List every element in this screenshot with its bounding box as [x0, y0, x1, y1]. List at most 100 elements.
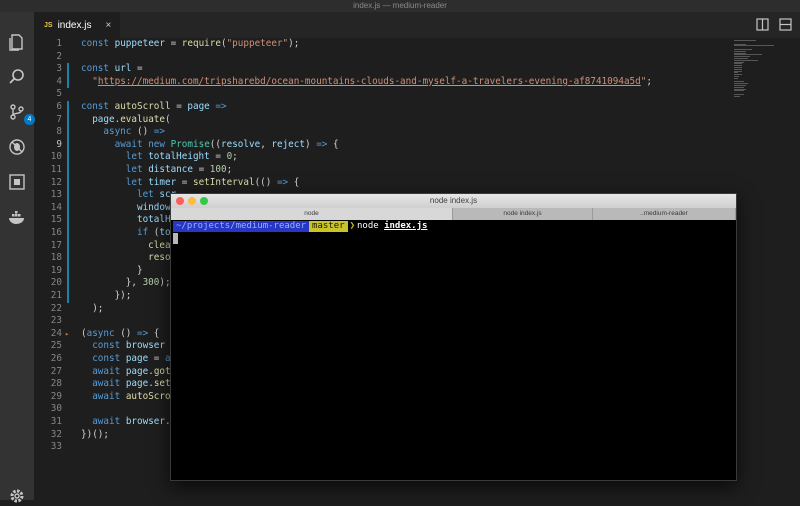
code-text: } [81, 264, 143, 276]
modified-gutter-marker [67, 113, 69, 127]
line-number: 1 [56, 38, 62, 49]
code-text: await new Promise((resolve, reject) => { [114, 138, 339, 150]
minimap-line [734, 95, 740, 97]
terminal-tabs: node node index.js ..medium-reader [171, 208, 736, 220]
prompt-command: node [356, 221, 379, 231]
line-number: 3 [56, 63, 62, 75]
code-text: "https://medium.com/tripsharebd/ocean-mo… [92, 75, 652, 87]
code-text: let scr [136, 189, 177, 201]
line-number: 7 [56, 113, 62, 125]
split-editor-icon[interactable] [756, 18, 769, 31]
code-line[interactable]: 5 [34, 88, 730, 101]
code-text: if (tot [136, 227, 177, 238]
line-number: 24 [50, 327, 62, 339]
code-line[interactable]: 3 const url = [34, 63, 730, 76]
extensions-icon[interactable] [7, 172, 27, 192]
terminal-tab-node[interactable]: node [171, 208, 453, 220]
line-number: 16 [50, 227, 62, 238]
minimap-line [734, 40, 756, 41]
line-number: 5 [56, 88, 62, 100]
prompt-branch: master [309, 221, 348, 232]
code-text: async () => [103, 126, 165, 138]
prompt-file: index.js [384, 221, 428, 231]
minimize-window-button[interactable] [188, 197, 196, 205]
code-line[interactable]: 11 let distance = 100; [34, 164, 730, 177]
line-number: 13 [50, 189, 62, 201]
terminal-tab-node-index[interactable]: node index.js [453, 208, 593, 220]
code-line[interactable]: 9 await new Promise((resolve, reject) =>… [34, 138, 730, 152]
modified-gutter-marker [67, 214, 69, 227]
modified-gutter-marker [67, 101, 69, 114]
code-text: let totalHeight = 0; [125, 151, 238, 163]
minimap-line [734, 77, 738, 79]
line-number: 10 [50, 151, 62, 163]
line-number: 19 [50, 264, 62, 276]
breakpoint-arrow-icon[interactable]: ▸ [65, 328, 69, 341]
line-number: 31 [50, 416, 62, 427]
line-number: 33 [50, 441, 62, 453]
code-text: clear [148, 239, 177, 251]
code-text: await page.goto [92, 365, 177, 377]
line-number: 32 [50, 428, 62, 440]
modified-gutter-marker [67, 264, 69, 278]
modified-gutter-marker [67, 63, 69, 76]
modified-gutter-marker [67, 126, 69, 139]
close-window-button[interactable] [176, 197, 184, 205]
line-number: 12 [50, 176, 62, 188]
line-number: 26 [50, 353, 62, 364]
line-number: 14 [50, 201, 62, 213]
code-text: totalHe [136, 214, 177, 226]
line-number: 23 [50, 315, 62, 327]
code-text: let distance = 100; [125, 164, 233, 175]
minimap[interactable] [730, 38, 800, 98]
code-text: ); [81, 302, 104, 314]
terminal-window[interactable]: node index.js node node index.js ..mediu… [170, 193, 737, 481]
code-text: const autoScroll = page => [81, 101, 227, 112]
code-line[interactable]: 6 const autoScroll = page => [34, 101, 730, 114]
editor-tab-bar: JS index.js × [34, 12, 800, 38]
line-number: 17 [50, 239, 62, 251]
code-text: const browser = [92, 340, 176, 352]
window-title: index.js — medium-reader [0, 0, 800, 12]
line-number: 4 [56, 75, 62, 87]
source-control-icon[interactable]: 4 [7, 102, 35, 125]
line-number: 15 [50, 214, 62, 226]
js-file-icon: JS [44, 21, 53, 29]
docker-icon[interactable] [7, 208, 27, 228]
line-number: 2 [56, 50, 62, 62]
line-number: 6 [56, 101, 62, 112]
code-text: (async () => { [81, 327, 160, 339]
modified-gutter-marker [67, 277, 69, 290]
code-line[interactable]: 7 page.evaluate( [34, 113, 730, 127]
zoom-window-button[interactable] [200, 197, 208, 205]
close-icon[interactable]: × [105, 20, 111, 31]
modified-gutter-marker [67, 201, 69, 215]
gear-icon[interactable] [7, 486, 27, 506]
code-line[interactable]: 12 let timer = setInterval(() => { [34, 176, 730, 190]
code-text: let timer = setInterval(() => { [125, 176, 300, 188]
debug-icon[interactable] [7, 137, 27, 157]
line-number: 28 [50, 378, 62, 390]
modified-gutter-marker [67, 189, 69, 202]
more-actions-icon[interactable] [779, 18, 792, 31]
terminal-cursor [173, 233, 178, 244]
code-line[interactable]: 1 const puppeteer = require("puppeteer"); [34, 38, 730, 51]
code-text: }, 300); [81, 277, 171, 289]
code-text: await browser.c [92, 416, 176, 427]
modified-gutter-marker [67, 151, 69, 164]
modified-gutter-marker [67, 164, 69, 177]
line-number: 11 [50, 164, 62, 175]
tab-index-js[interactable]: JS index.js × [34, 12, 120, 38]
modified-gutter-marker [67, 252, 69, 265]
search-icon[interactable] [7, 67, 27, 87]
code-text: const puppeteer = require("puppeteer"); [81, 38, 300, 49]
status-bar [34, 486, 800, 500]
terminal-body[interactable]: ~/projects/medium-reader master ❯ node i… [171, 220, 736, 480]
code-line[interactable]: 8 async () => [34, 126, 730, 139]
code-line[interactable]: 4 "https://medium.com/tripsharebd/ocean-… [34, 75, 730, 89]
explorer-icon[interactable] [7, 32, 27, 52]
code-line[interactable]: 2 [34, 51, 730, 64]
code-text: page.evaluate( [92, 113, 171, 125]
terminal-tab-medium-reader[interactable]: ..medium-reader [593, 208, 736, 220]
code-line[interactable]: 10 let totalHeight = 0; [34, 151, 730, 164]
